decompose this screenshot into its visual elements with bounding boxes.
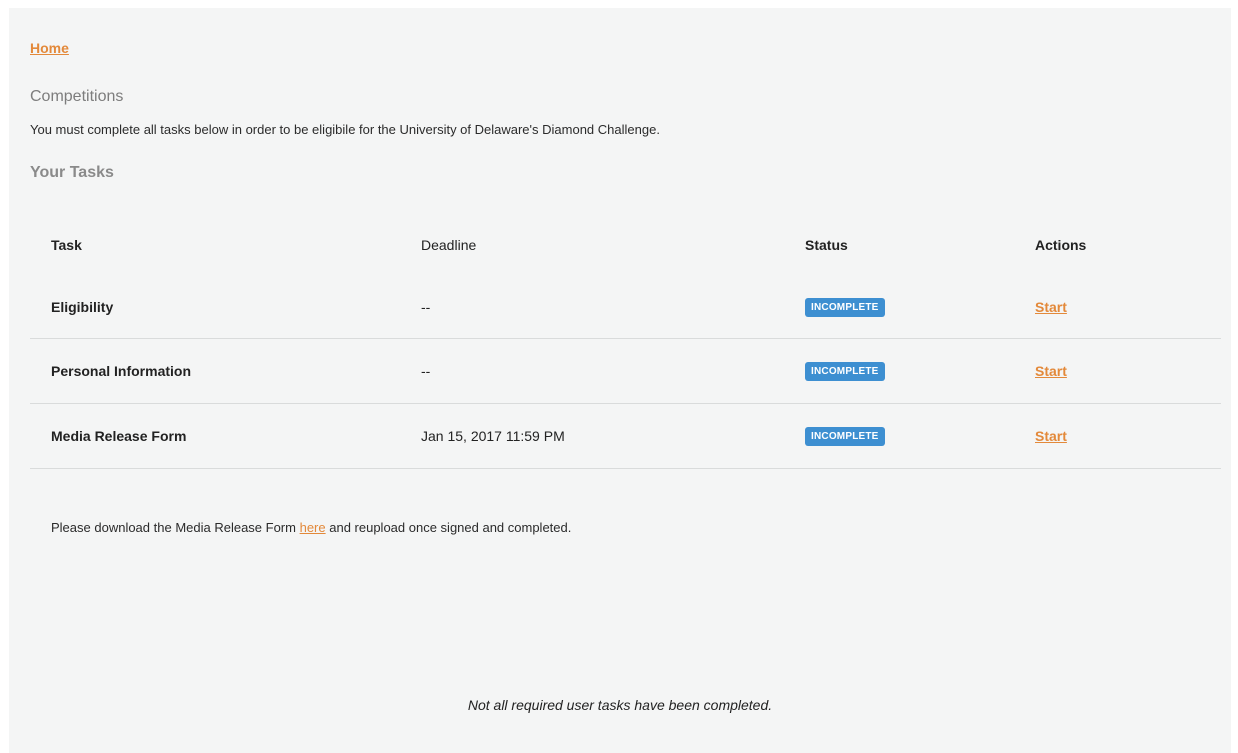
download-here-link[interactable]: here [300,520,326,535]
status-badge: INCOMPLETE [805,362,885,381]
tasks-table: Task Deadline Status Actions Eligibility… [30,214,1221,469]
start-link[interactable]: Start [1035,428,1067,444]
intro-text: You must complete all tasks below in ord… [30,122,660,137]
column-header-deadline: Deadline [421,237,477,253]
status-cell: INCOMPLETE [805,403,1035,469]
task-name: Personal Information [30,338,421,404]
action-cell: Start [1035,338,1221,404]
home-link[interactable]: Home [30,40,69,56]
page: Home Competitions You must complete all … [0,0,1238,753]
table-row: Eligibility -- INCOMPLETE Start [30,276,1221,339]
status-badge: INCOMPLETE [805,427,885,446]
status-cell: INCOMPLETE [805,338,1035,404]
start-link[interactable]: Start [1035,363,1067,379]
column-header-task: Task [51,237,82,253]
column-header-status: Status [805,237,848,253]
note-text-before: Please download the Media Release Form [51,520,300,535]
table-row: Media Release Form Jan 15, 2017 11:59 PM… [30,403,1221,469]
content-panel: Home Competitions You must complete all … [9,8,1231,753]
task-name: Eligibility [30,276,421,339]
task-name: Media Release Form [30,403,421,469]
note-text-after: and reupload once signed and completed. [325,520,572,535]
table-row: Personal Information -- INCOMPLETE Start [30,338,1221,404]
tasks-heading: Your Tasks [30,164,114,181]
task-deadline: -- [421,276,805,339]
status-cell: INCOMPLETE [805,276,1035,339]
task-deadline: -- [421,338,805,404]
start-link[interactable]: Start [1035,299,1067,315]
completion-message: Not all required user tasks have been co… [467,697,773,713]
action-cell: Start [1035,276,1221,339]
table-header-row: Task Deadline Status Actions [30,214,1221,276]
column-header-actions: Actions [1035,237,1087,253]
action-cell: Start [1035,403,1221,469]
status-badge: INCOMPLETE [805,298,885,317]
download-note: Please download the Media Release Form h… [51,520,571,535]
task-deadline: Jan 15, 2017 11:59 PM [421,403,805,469]
section-title: Competitions [30,88,124,105]
